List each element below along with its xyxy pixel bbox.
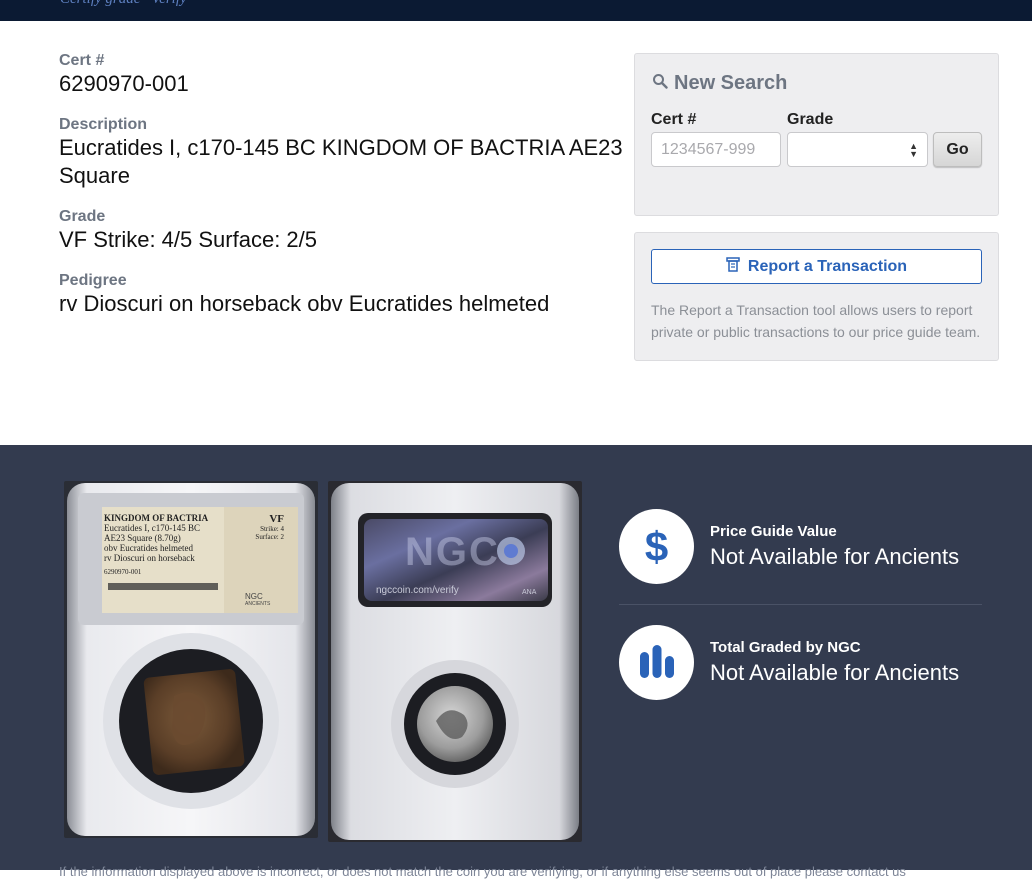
slab-back-brand: NGC <box>405 530 500 574</box>
total-graded-circle <box>619 625 694 700</box>
new-search-panel: New Search Cert # Grade ▲▼ Go <box>634 53 999 216</box>
slab-front-serial: 6290970-001 <box>104 568 142 576</box>
slab-front-brand: NGC ANCIENTS <box>245 592 270 607</box>
grade-value: VF Strike: 4/5 Surface: 2/5 <box>59 227 318 252</box>
top-bar-cut-text: Certify grade · Verify <box>60 0 187 8</box>
bar-chart-icon <box>639 644 675 685</box>
price-guide-value: Not Available for Ancients <box>710 544 960 569</box>
description-label: Description <box>59 116 148 133</box>
report-transaction-label: Report a Transaction <box>747 257 908 275</box>
report-transaction-panel: Report a Transaction The Report a Transa… <box>634 232 999 361</box>
pedigree-field: Pedigree rv Dioscuri on horseback obv Eu… <box>59 272 549 318</box>
description-value-line1: Eucratides I, c170-145 BC KINGDOM OF BAC… <box>59 135 623 160</box>
cert-number-input[interactable] <box>651 132 781 167</box>
slab-back-badge: ANA <box>522 589 537 596</box>
stats-divider <box>619 604 982 605</box>
select-arrows-icon: ▲ ▼ <box>909 141 918 159</box>
slab-front-line4: obv Eucratides helmeted <box>104 543 193 553</box>
search-cert-label: Cert # <box>651 111 697 128</box>
go-button[interactable]: Go <box>933 132 982 167</box>
new-search-heading: New Search <box>652 72 787 95</box>
price-guide-title: Price Guide Value <box>710 523 837 540</box>
cert-number-field: Cert # 6290970-001 <box>59 52 189 98</box>
report-description: The Report a Transaction tool allows use… <box>651 302 981 340</box>
cert-number-value: 6290970-001 <box>59 71 189 96</box>
slab-front-brand-sub: ANCIENTS <box>245 601 271 607</box>
grade-select[interactable]: ▲ ▼ <box>787 132 928 167</box>
footer-disclaimer: If the information displayed above is in… <box>59 864 906 879</box>
ngc-logo-icon: NGC <box>245 592 263 601</box>
slab-front-grade: VF <box>269 513 284 525</box>
pedigree-label: Pedigree <box>59 272 127 289</box>
pedigree-value: rv Dioscuri on horseback obv Eucratides … <box>59 291 550 316</box>
top-nav-bar: Certify grade · Verify <box>0 0 1032 21</box>
grade-label: Grade <box>59 208 106 225</box>
total-graded-value: Not Available for Ancients <box>710 660 960 685</box>
grade-field: Grade VF Strike: 4/5 Surface: 2/5 <box>59 208 317 254</box>
price-guide-circle: $ <box>619 509 694 584</box>
search-grade-label: Grade <box>787 111 834 128</box>
cert-number-label: Cert # <box>59 52 105 69</box>
slab-back-url: ngccoin.com/verify <box>376 585 459 596</box>
report-transaction-button[interactable]: Report a Transaction <box>651 249 982 284</box>
receipt-icon <box>726 256 740 277</box>
slab-front-line2: Eucratides I, c170-145 BC <box>104 523 200 533</box>
slab-front-grade-box: VF Strike: 4 Surface: 2 <box>232 513 284 541</box>
description-value-line2: Square <box>59 163 130 188</box>
slab-front-surface: Surface: 2 <box>255 533 284 541</box>
slab-front-line3: AE23 Square (8.70g) <box>104 533 181 543</box>
slab-front-label-text: KINGDOM OF BACTRIA Eucratides I, c170-14… <box>104 513 208 577</box>
total-graded-title: Total Graded by NGC <box>710 639 861 656</box>
slab-front-line1: KINGDOM OF BACTRIA <box>104 513 209 523</box>
slab-front-line5: rv Dioscuri on horseback <box>104 553 195 563</box>
dollar-icon: $ <box>644 523 669 570</box>
description-field: Description Eucratides I, c170-145 BC KI… <box>59 116 623 190</box>
slab-front-strike: Strike: 4 <box>260 525 284 533</box>
new-search-title: New Search <box>674 72 788 94</box>
search-icon <box>652 72 668 95</box>
